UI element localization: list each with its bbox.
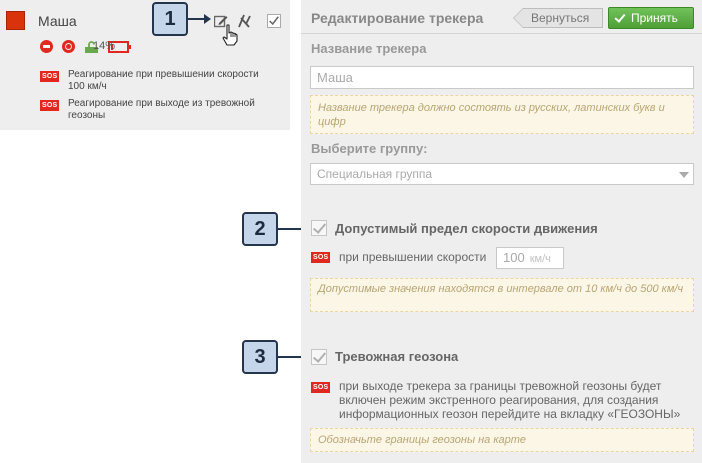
tracker-color-swatch	[6, 11, 25, 30]
speed-limit-hint: Допустимые значения находятся в интервал…	[310, 278, 694, 312]
edit-tracker-panel: Редактирование трекера Вернуться Принять…	[301, 0, 702, 463]
alert-speed-text: Реагирование при превышении скорости 100…	[68, 69, 259, 92]
tracker-visibility-checkbox[interactable]	[267, 14, 281, 28]
tracker-name: Маша	[38, 13, 77, 29]
check-icon	[269, 16, 279, 26]
callout-1-arrow	[188, 14, 211, 24]
tracker-name-hint: Название трекера должно состоять из русс…	[310, 95, 694, 134]
accept-button-label: Принять	[631, 11, 678, 25]
callout-3-arrow	[278, 352, 309, 362]
group-select-value: Специальная группа	[317, 167, 433, 181]
group-select[interactable]: Специальная группа	[310, 163, 694, 185]
battery-percent: 14%	[93, 40, 116, 52]
alarm-geozone-description: при выходе трекера за границы тревожной …	[339, 379, 681, 421]
speed-limit-label: при превышении скорости	[339, 250, 487, 264]
tracker-name-label: Название трекера	[311, 41, 427, 56]
alarm-geozone-hint: Обозначьте границы геозоны на карте	[310, 428, 694, 452]
callout-2-arrow	[278, 224, 309, 234]
sos-badge: SOS	[40, 71, 60, 82]
sos-badge: SOS	[311, 252, 331, 263]
hand-cursor-icon	[222, 24, 238, 46]
callout-2: 2	[242, 212, 278, 246]
alarm-geozone-title: Тревожная геозона	[335, 349, 459, 364]
tracker-name-input[interactable]	[310, 66, 694, 89]
panel-title: Редактирование трекера	[311, 10, 484, 26]
chevron-down-icon	[679, 172, 689, 178]
alert-geozone-text: Реагирование при выходе из тревожной гео…	[68, 98, 255, 121]
check-icon	[614, 11, 626, 23]
speed-unit: км/ч	[529, 253, 551, 265]
back-button[interactable]: Вернуться	[513, 8, 603, 28]
sos-badge: SOS	[40, 100, 60, 111]
callout-3: 3	[242, 340, 278, 374]
group-label: Выберите группу:	[311, 141, 428, 156]
speed-limit-title: Допустимый предел скорости движения	[335, 221, 598, 236]
tracker-card[interactable]: Маша 14% SOS Реагирование при превышении…	[0, 0, 290, 130]
accept-button[interactable]: Принять	[608, 7, 694, 29]
scissors-icon[interactable]	[237, 14, 251, 28]
panel-header: Редактирование трекера Вернуться Принять	[301, 0, 702, 34]
alarm-geozone-checkbox[interactable]	[311, 349, 327, 365]
stop-icon	[40, 40, 53, 53]
speed-limit-input[interactable]: 100 км/ч	[496, 247, 564, 269]
speed-limit-value: 100	[503, 250, 525, 265]
speed-limit-checkbox[interactable]	[311, 220, 327, 236]
sos-badge: SOS	[311, 382, 331, 393]
callout-1: 1	[152, 2, 188, 36]
